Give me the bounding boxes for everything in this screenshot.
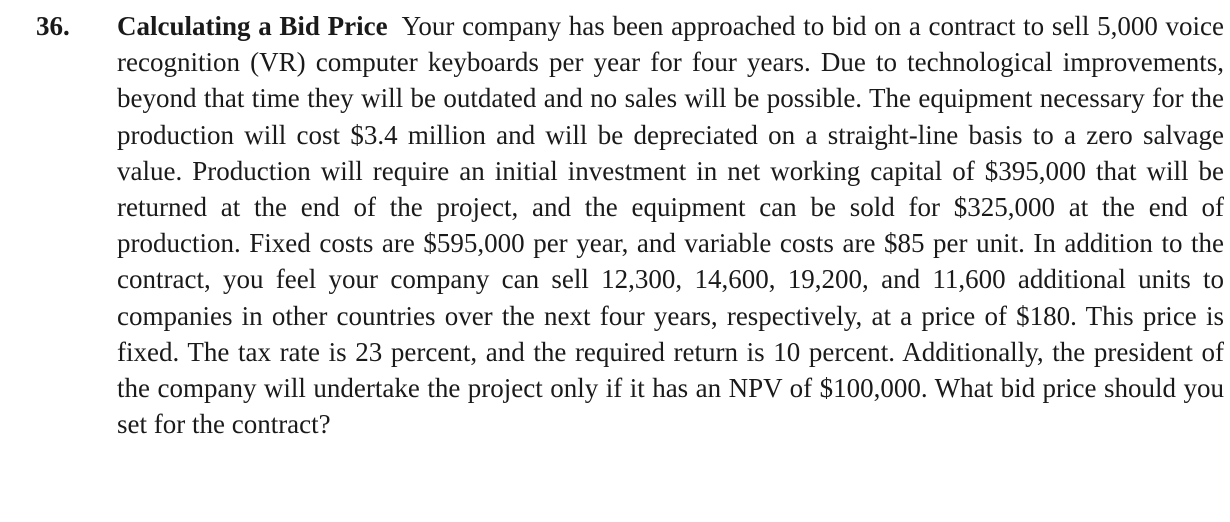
problem-text: Your company has been approached to bid …: [117, 11, 1224, 440]
problem-title: Calculating a Bid Price: [117, 11, 388, 41]
problem-number: 36.: [36, 11, 70, 41]
problem-body: Calculating a Bid Price Your company has …: [117, 8, 1224, 442]
